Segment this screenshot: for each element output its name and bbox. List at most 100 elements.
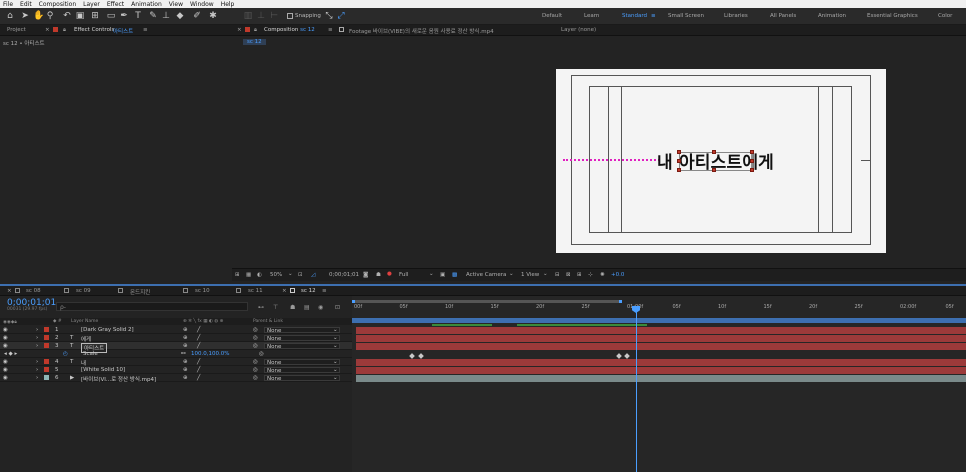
eye-icon[interactable]: ◉ <box>3 327 8 333</box>
roto-brush-tool-icon[interactable]: ✐ <box>192 11 202 21</box>
transform-handle[interactable] <box>677 150 681 154</box>
layer-name[interactable]: [바이브(VI...로 정산 방식.mp4] <box>81 375 156 383</box>
region-icon[interactable]: ⊡ <box>298 272 303 278</box>
layer-search-input[interactable]: ρ- <box>56 302 248 311</box>
layer-duration-bar[interactable] <box>356 375 966 382</box>
comp-subtab-sc12[interactable]: sc 12 <box>243 39 266 45</box>
quality-switch-icon[interactable]: ╱ <box>197 359 200 365</box>
label-color-swatch[interactable] <box>44 327 49 332</box>
tab-layer[interactable]: Layer (none) <box>561 27 596 33</box>
col-layer-name[interactable]: Layer Name <box>71 319 98 324</box>
label-color-swatch[interactable] <box>44 367 49 372</box>
mask-visibility-icon[interactable]: ◐ <box>257 272 262 278</box>
quality-switch-icon[interactable]: ╱ <box>197 367 200 373</box>
layer-row[interactable]: ◉ › 4 T 내 ⊕ ╱ ◎ None ⌄ <box>0 358 352 367</box>
keyframe-icon[interactable] <box>418 353 424 359</box>
chevron-down-icon[interactable]: ⌄ <box>333 343 338 349</box>
axis-icon[interactable]: ⊥ <box>256 11 266 21</box>
panel-menu-icon[interactable]: ≡ <box>143 27 148 33</box>
tab-sc11[interactable]: sc 11 <box>248 288 263 294</box>
chevron-down-icon[interactable]: ⌄ <box>288 271 293 277</box>
close-icon[interactable]: × <box>7 288 12 294</box>
tab-sc08[interactable]: sc 08 <box>26 288 41 294</box>
tab-project[interactable]: Project <box>7 27 26 33</box>
fast-preview-icon[interactable]: ▣ <box>440 272 445 278</box>
keyframe-icon[interactable] <box>616 353 622 359</box>
layer-row[interactable]: ◉ › 5 [White Solid 10] ⊕ ╱ ◎ None ⌄ <box>0 366 352 374</box>
workspace-all-panels[interactable]: All Panels <box>770 13 796 19</box>
shy-switch-icon[interactable]: ⊕ <box>183 335 188 341</box>
pan-behind-tool-icon[interactable]: ⊞ <box>90 11 100 21</box>
work-area-start-icon[interactable] <box>352 300 355 303</box>
home-icon[interactable]: ⌂ <box>5 11 15 21</box>
toggle-pixel-aspect-icon[interactable]: ⊟ <box>555 272 560 278</box>
views-value[interactable]: 1 View <box>521 272 539 278</box>
tab-footage[interactable]: Footage 바이브(VIBE)의 새로운 음원 사용료 정산 방식.mp4 <box>349 27 494 35</box>
parent-pickwhip-icon[interactable]: ◎ <box>253 359 258 365</box>
layer-name[interactable]: [Dark Gray Solid 2] <box>81 327 134 333</box>
keyframe-icon[interactable] <box>624 353 630 359</box>
menu-view[interactable]: View <box>169 1 183 8</box>
workspace-essential-graphics[interactable]: Essential Graphics <box>867 13 918 19</box>
type-tool-icon[interactable]: T <box>133 11 143 21</box>
lock-icon[interactable]: 🔒︎ <box>254 27 257 34</box>
draft-3d-icon[interactable]: ⊤ <box>273 304 278 311</box>
col-parent[interactable]: Parent & Link <box>253 319 283 324</box>
link-icon[interactable]: ⚯ <box>181 351 186 357</box>
shy-switch-icon[interactable]: ⊕ <box>183 343 188 349</box>
keyframe-icon[interactable] <box>409 353 415 359</box>
panel-menu-icon[interactable]: ≡ <box>328 27 333 33</box>
work-area-end-icon[interactable] <box>619 300 622 303</box>
lock-icon[interactable]: 🔒︎ <box>63 27 66 34</box>
expand-arrow-icon[interactable]: › <box>36 327 38 333</box>
puppet-tool-icon[interactable]: ✱ <box>208 11 218 21</box>
menu-animation[interactable]: Animation <box>131 1 162 8</box>
layer-duration-bar[interactable] <box>356 335 966 342</box>
chevron-down-icon[interactable]: ⌄ <box>333 327 338 333</box>
menu-window[interactable]: Window <box>190 1 214 8</box>
menu-layer[interactable]: Layer <box>83 1 100 8</box>
snap-extend-icon[interactable]: ⤢ <box>336 11 346 21</box>
label-color-swatch[interactable] <box>44 335 49 340</box>
panel-menu-icon[interactable]: ≡ <box>322 288 327 294</box>
color-channel-icon[interactable]: ● <box>387 271 392 277</box>
parent-pickwhip-icon[interactable]: ◎ <box>253 367 258 373</box>
hand-tool-icon[interactable]: ✋ <box>33 11 44 21</box>
snap-icon[interactable]: ⤡ <box>324 11 334 21</box>
pen-tool-icon[interactable]: ✒ <box>119 11 129 21</box>
quality-switch-icon[interactable]: ╱ <box>197 375 200 381</box>
stopwatch-icon[interactable]: ◴ <box>63 351 68 357</box>
parent-select[interactable]: None <box>264 375 340 382</box>
transform-handle[interactable] <box>750 159 754 163</box>
axis-world-icon[interactable]: ⊢ <box>269 11 279 21</box>
layer-row[interactable]: ◉ › 2 T 에게 ⊕ ╱ ◎ None ⌄ <box>0 334 352 343</box>
exposure-icon[interactable]: ✺ <box>600 272 605 278</box>
playhead-line[interactable] <box>636 306 637 472</box>
align-icon[interactable]: ▥ <box>243 11 253 21</box>
parent-select[interactable]: None <box>264 335 340 342</box>
chevron-down-icon[interactable]: ⌄ <box>333 367 338 373</box>
eye-icon[interactable]: ◉ <box>3 367 8 373</box>
workspace-menu-icon[interactable]: ≡ <box>651 13 656 19</box>
transform-handle[interactable] <box>712 168 716 172</box>
camera-value[interactable]: Active Camera <box>466 272 506 278</box>
close-icon[interactable]: × <box>237 27 242 33</box>
resolution-value[interactable]: Full <box>399 272 408 278</box>
workspace-libraries[interactable]: Libraries <box>724 13 748 19</box>
show-snapshot-icon[interactable]: ☗ <box>376 272 381 278</box>
parent-pickwhip-icon[interactable]: ◎ <box>253 343 258 349</box>
pickwhip-icon[interactable]: ◎ <box>259 351 264 357</box>
tab-sc10[interactable]: sc 10 <box>195 288 210 294</box>
brush-tool-icon[interactable]: ✎ <box>148 11 158 21</box>
transform-handle[interactable] <box>750 168 754 172</box>
layer-duration-bar[interactable] <box>356 343 966 350</box>
parent-select[interactable]: None <box>264 327 340 334</box>
close-icon[interactable]: × <box>45 27 50 33</box>
snapshot-icon[interactable]: ◙ <box>363 272 368 278</box>
label-color-swatch[interactable] <box>44 359 49 364</box>
layer-row[interactable]: ◉ › 1 [Dark Gray Solid 2] ⊕ ╱ ◎ None ⌄ <box>0 326 352 334</box>
transform-handle[interactable] <box>750 150 754 154</box>
workspace-color[interactable]: Color <box>938 13 952 19</box>
quality-switch-icon[interactable]: ╱ <box>197 335 200 341</box>
menu-composition[interactable]: Composition <box>39 1 76 8</box>
